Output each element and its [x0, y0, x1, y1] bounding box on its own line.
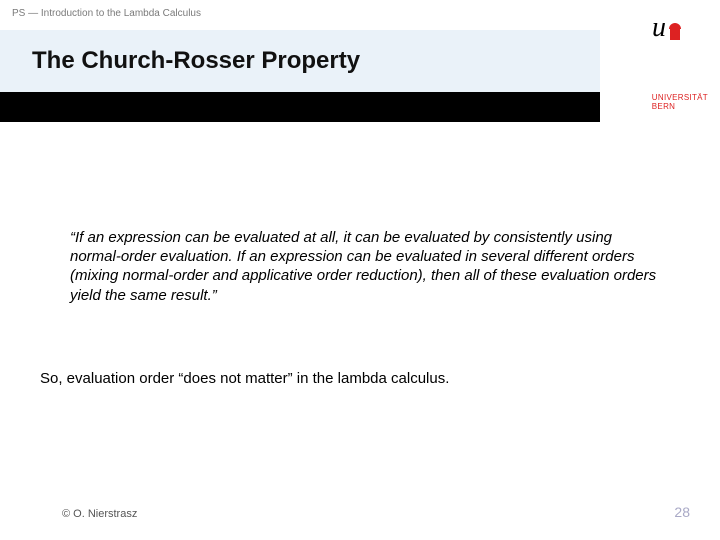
- footer-page-number: 28: [674, 504, 690, 520]
- slide: PS — Introduction to the Lambda Calculus…: [0, 0, 720, 540]
- breadcrumb: PS — Introduction to the Lambda Calculus: [12, 8, 201, 19]
- slide-title: The Church-Rosser Property: [32, 47, 360, 75]
- quote-text: “If an expression can be evaluated at al…: [70, 228, 660, 305]
- university-name-line2: BERN: [652, 103, 708, 112]
- university-name: UNIVERSITÄT BERN: [652, 94, 708, 112]
- footer-copyright: © O. Nierstrasz: [62, 508, 137, 520]
- logo-glyph: u: [652, 12, 680, 44]
- university-logo: u UNIVERSITÄT BERN: [600, 0, 720, 122]
- logo-mark-icon: [670, 29, 680, 40]
- summary-text: So, evaluation order “does not matter” i…: [40, 370, 680, 387]
- logo-letter: u: [652, 12, 666, 44]
